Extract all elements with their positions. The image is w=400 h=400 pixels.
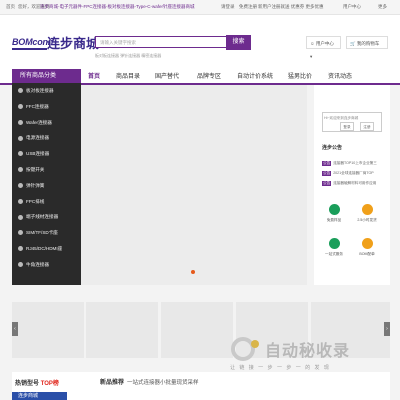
category-icon	[18, 246, 23, 252]
category-icon	[18, 104, 23, 110]
news-item[interactable]: 公告 2021全球连接器厂商TOP	[322, 171, 374, 176]
register-button[interactable]: 注册	[360, 122, 374, 131]
nav-home[interactable]: 首页	[88, 71, 100, 80]
user-center-link[interactable]: 用户中心	[343, 4, 361, 10]
category-item[interactable]: SIM/TF/SD卡座	[12, 225, 81, 241]
nav-domestic[interactable]: 国产替代	[155, 71, 179, 80]
category-icon	[18, 167, 23, 173]
user-icon: ☺	[310, 41, 315, 46]
logo-cn[interactable]: 连步商城	[47, 33, 99, 52]
category-icon	[18, 214, 23, 220]
carousel-prev-button[interactable]: ‹	[12, 322, 18, 336]
carousel-slide[interactable]	[161, 302, 233, 358]
watermark: 自动秘收录 让 链 接 一 步 一 步 一 的 发 现	[230, 336, 395, 376]
hot-models-title: 热销型号 TOP榜	[15, 381, 59, 387]
right-panel: Hi~欢迎来到连步商城 登录 注册 连步公告 公告 连接器TOP10上市企业第三 …	[314, 85, 390, 285]
bom-service[interactable]: BOM配单	[357, 238, 377, 257]
new-products-title: 新品推荐 一站式连接器小批量现货采样	[100, 380, 199, 386]
carousel-slide[interactable]	[86, 302, 158, 358]
category-item[interactable]: FPC排线	[12, 194, 81, 210]
more-link[interactable]: 更多	[378, 4, 387, 10]
new-products-section: 新品推荐 一站式连接器小批量现货采样	[81, 372, 390, 400]
login-button[interactable]: 登录	[340, 122, 354, 131]
home-link[interactable]: 首页	[6, 4, 15, 10]
search-input[interactable]: 请输入关键字搜索	[95, 36, 229, 48]
category-icon	[18, 88, 23, 94]
nav-news[interactable]: 资讯动态	[328, 71, 352, 80]
category-icon	[18, 198, 23, 204]
watermark-subtext: 让 链 接 一 步 一 步 一 的 发 现	[230, 365, 331, 371]
category-item[interactable]: 弹针弹簧	[12, 178, 81, 194]
bom-icon	[361, 238, 373, 249]
user-center-label: 用户中心	[315, 41, 334, 46]
category-icon	[18, 151, 23, 157]
notice-title: 连步公告	[322, 145, 343, 151]
promo-text[interactable]: 新用户注册就送 优惠券 更多优惠	[258, 4, 324, 10]
category-icon	[18, 183, 23, 189]
carousel-slide[interactable]	[12, 302, 84, 358]
nav-brands[interactable]: 品牌专区	[197, 71, 221, 80]
logo-underline	[12, 48, 47, 50]
category-item[interactable]: FFC连接器	[12, 99, 81, 115]
category-item[interactable]: 按键开关	[12, 162, 81, 178]
sample-icon	[328, 204, 340, 215]
category-item[interactable]: RJ45/DC/HDMI座	[12, 241, 81, 257]
one-stop-icon	[328, 238, 340, 249]
category-item[interactable]: 牛角连接器	[12, 257, 81, 273]
hot-models-section: 热销型号 TOP榜 连步商城	[12, 372, 81, 400]
delivery-icon	[361, 204, 373, 215]
chevron-down-icon: ▾	[310, 54, 313, 59]
hot-models-banner[interactable]: 连步商城	[12, 392, 67, 400]
category-icon	[18, 135, 23, 141]
new-products-subtitle: 一站式连接器小批量现货采样	[127, 380, 199, 386]
hot-search-words[interactable]: 板对板连接器 弹针连接器 精密连接器	[95, 53, 161, 59]
category-item[interactable]: Wafer连接器	[12, 115, 81, 131]
carousel-indicator[interactable]	[191, 270, 195, 274]
news-item[interactable]: 公告 连接器TOP10上市企业第三	[322, 161, 377, 166]
top-bar: 首页 您好，欢迎来到 连步商城-电子元器件-FPC连接器-板对板连接器-Type…	[0, 0, 400, 15]
header: BOMconn 连步商城 请输入关键字搜索 搜索 板对板连接器 弹针连接器 精密…	[0, 15, 400, 67]
cart-icon: 🛒	[350, 41, 356, 46]
category-item[interactable]: 端子线材连接器	[12, 209, 81, 225]
nav-auto-pricing[interactable]: 自动计价系统	[237, 71, 273, 80]
register-link[interactable]: 免费注册	[239, 4, 257, 10]
category-item[interactable]: 电源连接器	[12, 130, 81, 146]
category-item[interactable]: 板对板连接器	[12, 83, 81, 99]
nav-compare[interactable]: 猛男比价	[288, 71, 312, 80]
user-center-button[interactable]: ☺ 用户中心 ▾	[306, 36, 341, 59]
free-sample-service[interactable]: 免费样品	[324, 204, 344, 223]
watermark-text: 自动秘收录	[265, 343, 351, 360]
cart-button[interactable]: 🛒 我的购物车	[346, 36, 388, 49]
category-panel: 所有商品分类 板对板连接器 FFC连接器 Wafer连接器 电源连接器 USB连…	[12, 69, 81, 285]
news-item[interactable]: 公告 连接器破解材料可用作应用	[322, 181, 376, 186]
site-description: 连步商城-电子元器件-FPC连接器-板对板连接器-Type-C-wafer针座连…	[40, 4, 195, 9]
one-stop-service[interactable]: 一站式服务	[324, 238, 344, 257]
cart-label: 我的购物车	[356, 41, 380, 46]
search-button[interactable]: 搜索	[226, 35, 251, 50]
category-icon	[18, 230, 23, 236]
login-hint: Hi~欢迎来到连步商城	[324, 116, 359, 120]
main-banner[interactable]	[81, 85, 307, 285]
category-icon	[18, 119, 23, 125]
all-categories-header[interactable]: 所有商品分类	[12, 69, 81, 83]
category-item[interactable]: USB连接器	[12, 146, 81, 162]
category-icon	[18, 262, 23, 268]
carousel-next-button[interactable]: ›	[384, 322, 390, 336]
nav-catalog[interactable]: 商品目录	[116, 71, 140, 80]
fast-delivery-service[interactable]: 2.5小时发货	[357, 204, 377, 223]
login-link[interactable]: 请登录	[221, 4, 235, 10]
watermark-logo-icon	[231, 337, 259, 361]
